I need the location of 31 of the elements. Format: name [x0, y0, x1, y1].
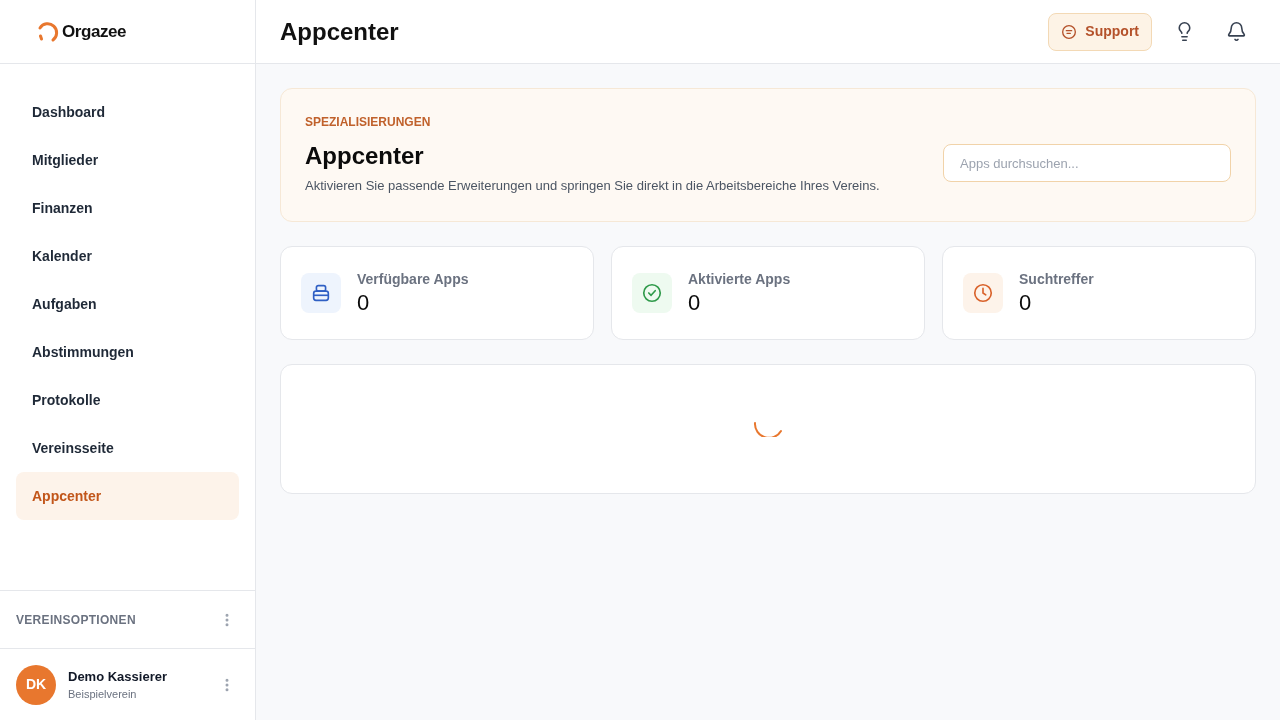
hero-description: Aktivieren Sie passende Erweiterungen und springen Sie direkt in die Arbeitsbereiche Ihres Vereins.	[305, 177, 880, 195]
page-title: Appcenter	[280, 16, 399, 47]
logo-ring-icon	[36, 19, 60, 44]
nav-item[interactable]: Appcenter	[16, 472, 239, 520]
support-button[interactable]: Support	[1048, 12, 1152, 51]
avatar: DK	[16, 664, 56, 705]
nav-item[interactable]: Protokolle	[16, 376, 239, 424]
nav-item[interactable]: Kalender	[16, 232, 239, 280]
stat-label: Verfügbare Apps	[357, 270, 469, 289]
nav-item[interactable]: Vereinsseite	[16, 424, 239, 472]
bell-icon	[1225, 21, 1247, 42]
brand-name: Orgazee	[62, 20, 127, 43]
nav-item[interactable]: Aufgaben	[16, 280, 239, 328]
message-icon	[1061, 23, 1078, 40]
stat-value: 0	[688, 289, 702, 317]
nav-item[interactable]: Mitglieder	[16, 136, 239, 184]
search-field[interactable]: Apps durchsuchen...	[943, 144, 1231, 182]
hero-title: Appcenter	[305, 141, 425, 171]
stat-value: 0	[357, 289, 371, 317]
stack-icon	[301, 273, 341, 313]
stat-label: Aktivierte Apps	[688, 270, 791, 289]
clock-icon	[963, 273, 1003, 313]
nav-item[interactable]: Finanzen	[16, 184, 239, 232]
nav-item[interactable]: Abstimmungen	[16, 328, 239, 376]
user-name: Demo Kassierer	[68, 667, 168, 686]
stat-value: 0	[1019, 289, 1033, 317]
user-organization: Beispielverein	[68, 686, 138, 702]
section-title: VEREINSOPTIONEN	[16, 611, 136, 629]
eyebrow-label: SPEZIALISIERUNGEN	[305, 114, 432, 130]
nav-item[interactable]: Dashboard	[16, 88, 239, 136]
stat-label: Suchtreffer	[1019, 270, 1094, 289]
